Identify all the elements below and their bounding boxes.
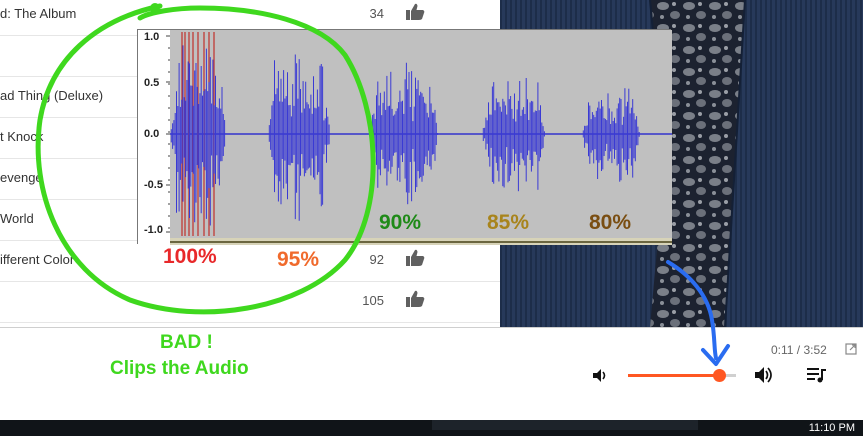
like-count: 105 (362, 293, 384, 308)
axis-label-zero: 0.0 (144, 128, 160, 140)
volume-slider-fill (628, 374, 720, 377)
like-count: 34 (369, 6, 384, 21)
taskbar-clock: 11:10 PM (808, 422, 855, 434)
thumbs-up-icon[interactable] (405, 249, 425, 267)
thumbs-up-icon[interactable] (405, 3, 425, 21)
queue-icon[interactable] (807, 367, 827, 383)
bad-annotation: BAD ! (160, 332, 213, 353)
like-count: 92 (369, 252, 384, 267)
expand-icon[interactable] (845, 343, 857, 355)
volume-down-icon[interactable] (591, 367, 609, 384)
level-label-100: 100% (163, 245, 217, 268)
volume-up-icon[interactable] (753, 365, 775, 385)
track-title: evenge (0, 170, 43, 185)
table-row[interactable]: 105 (0, 282, 500, 323)
axis-label-bottom: -1.0 (144, 224, 163, 236)
clips-annotation: Clips the Audio (110, 358, 249, 379)
track-title: ifferent Color (0, 252, 75, 267)
thumbs-up-icon[interactable] (405, 290, 425, 308)
time-display: 0:11 / 3:52 (771, 343, 827, 357)
level-label-85: 85% (487, 211, 530, 234)
axis-label-half: 0.5 (144, 77, 160, 89)
track-title: World (0, 211, 34, 226)
taskbar-window-strip (432, 420, 698, 430)
axis-label-top: 1.0 (144, 31, 160, 43)
track-title: ad Thing (Deluxe) (0, 88, 104, 103)
level-label-80: 80% (589, 211, 632, 234)
track-title: t Knock (0, 129, 44, 144)
level-label-95: 95% (277, 248, 320, 271)
track-title: d: The Album (0, 6, 77, 21)
table-row[interactable]: ifferent Color 92 (0, 241, 500, 282)
axis-label-neg-half: -0.5 (144, 179, 163, 191)
taskbar: 11:10 PM (0, 420, 863, 436)
level-label-90: 90% (379, 211, 422, 234)
